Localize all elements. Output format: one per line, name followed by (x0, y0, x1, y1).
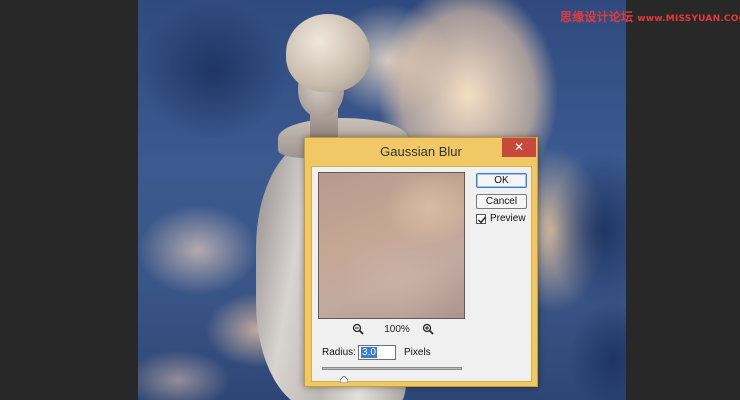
radius-row: Radius: 3.0 Pixels (322, 345, 472, 361)
dark-cloud (568, 300, 626, 400)
ok-button[interactable]: OK (476, 173, 527, 188)
figure-hair (286, 14, 370, 92)
slider-thumb-icon[interactable] (339, 370, 349, 384)
preview-label: Preview (490, 213, 526, 224)
gaussian-blur-dialog: Gaussian Blur ✕ 100% OK Cancel Preview R… (304, 137, 538, 387)
radius-label: Radius: (322, 347, 356, 358)
close-button[interactable]: ✕ (502, 138, 536, 157)
dialog-body: 100% OK Cancel Preview Radius: 3.0 Pixel… (311, 166, 532, 384)
zoom-out-icon[interactable] (352, 323, 364, 335)
watermark-url: www.MISSYUAN.COM (637, 14, 740, 24)
preview-checkbox[interactable] (476, 214, 487, 224)
dark-cloud (548, 150, 626, 310)
radius-value: 3.0 (361, 347, 377, 358)
cancel-button[interactable]: Cancel (476, 194, 527, 209)
checkmark-icon (478, 216, 487, 224)
zoom-level: 100% (384, 324, 410, 335)
blur-preview[interactable] (318, 172, 465, 319)
zoom-in-icon[interactable] (422, 323, 434, 335)
dark-cloud (138, 0, 288, 140)
zoom-controls: 100% (318, 323, 465, 339)
watermark: 思缘设计论坛 www.MISSYUAN.COM (560, 8, 740, 24)
preview-checkbox-row[interactable]: Preview (476, 213, 536, 227)
watermark-text: 思缘设计论坛 (560, 10, 634, 24)
workspace-right (626, 0, 740, 400)
workspace-left (0, 0, 138, 400)
units-label: Pixels (404, 347, 431, 358)
